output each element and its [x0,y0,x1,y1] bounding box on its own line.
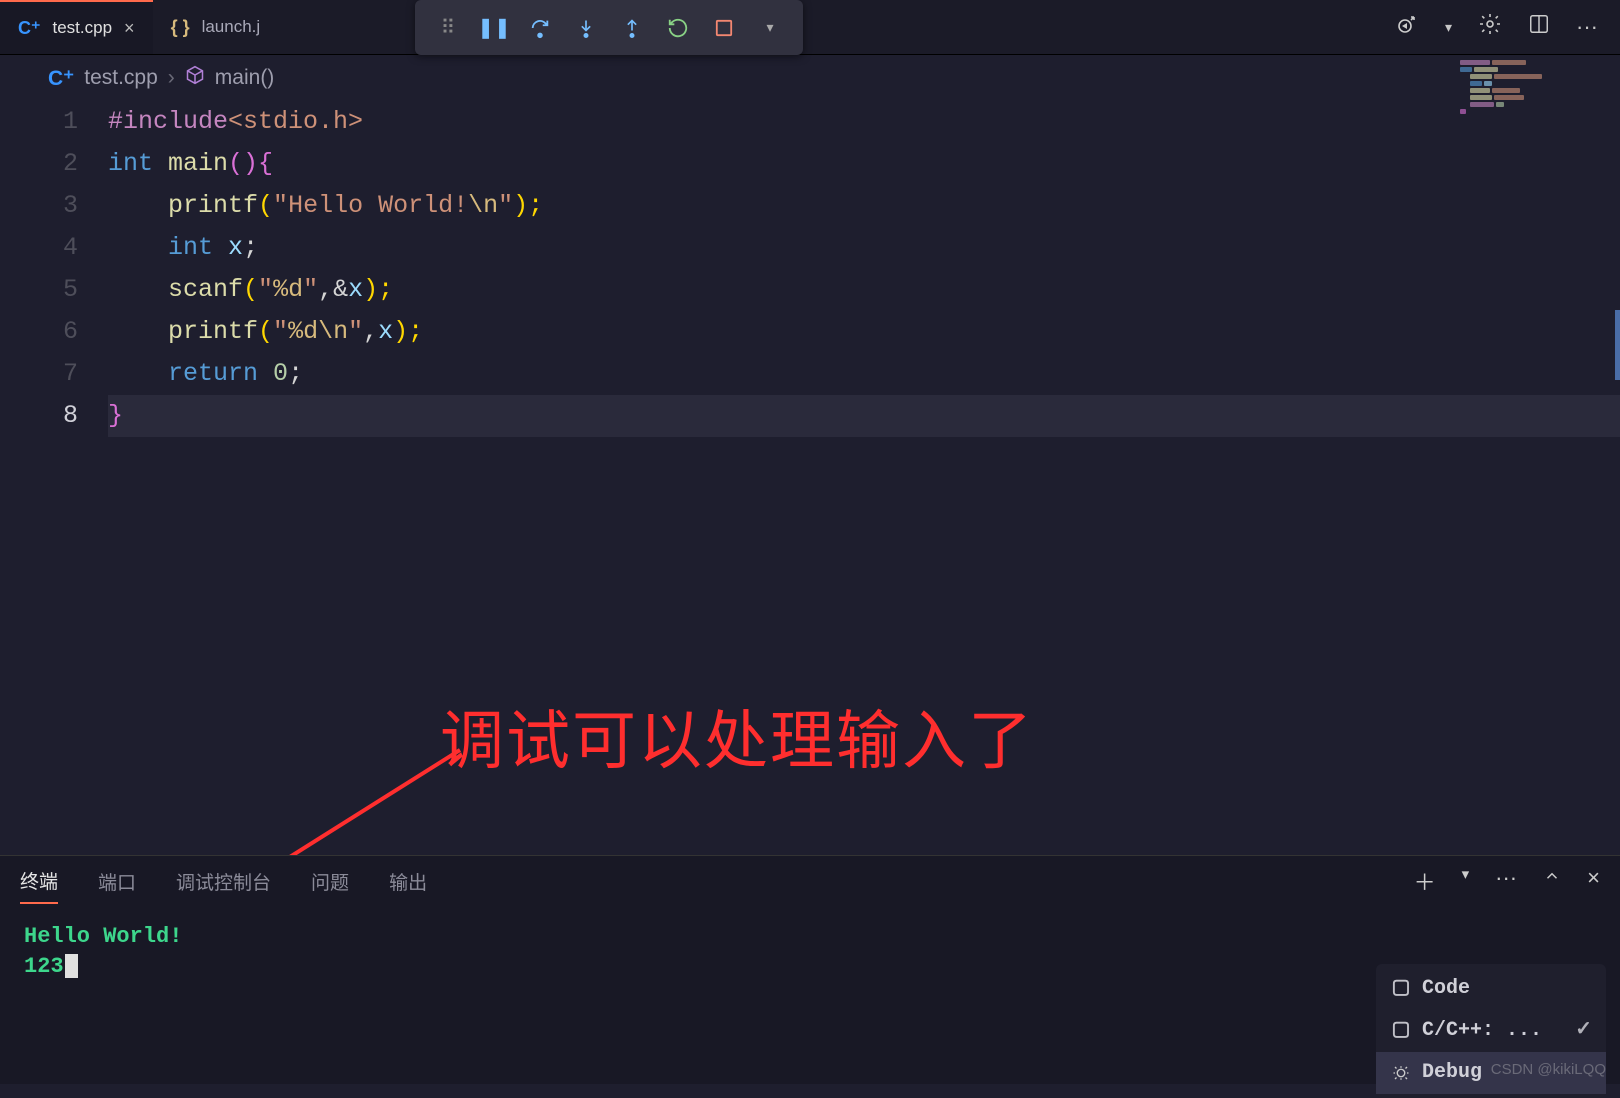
minimap[interactable] [1460,60,1610,200]
code-line: printf("Hello World!\n"); [108,185,1620,227]
tab-test-cpp[interactable]: C⁺ test.cpp × [0,0,153,54]
code-line: } [108,395,1620,437]
restart-button[interactable] [659,9,697,47]
tab-bar: C⁺ test.cpp × { } launch.j ⠿ ❚❚ ▾ ▾ [0,0,1620,55]
symbol-cube-icon [185,65,205,91]
close-icon[interactable]: × [124,18,135,39]
line-number: 1 [26,101,108,143]
pause-button[interactable]: ❚❚ [475,9,513,47]
more-icon[interactable]: ··· [1576,14,1598,40]
stop-button[interactable] [705,9,743,47]
line-number: 7 [26,353,108,395]
chevron-down-icon[interactable]: ▾ [1445,19,1452,36]
line-number: 2 [26,143,108,185]
terminal-line: 123 [24,952,1596,982]
more-icon[interactable]: ··· [1495,865,1517,897]
annotation-text: 调试可以处理输入了 [440,690,1034,782]
debug-toolbar: ⠿ ❚❚ ▾ [415,0,803,55]
bug-icon [1390,1064,1412,1082]
terminal-box-icon: ▢ [1390,1016,1412,1046]
panel-tab-problems[interactable]: 问题 [311,860,349,903]
chevron-down-icon[interactable]: ▾ [751,9,789,47]
maximize-panel-icon[interactable] [1543,865,1561,897]
line-number: 6 [26,311,108,353]
tab-label: launch.j [202,17,261,37]
breadcrumb[interactable]: C⁺ test.cpp › main() [0,55,1620,101]
code-line: return 0; [108,353,1620,395]
chevron-down-icon[interactable]: ▾ [1462,865,1470,897]
code-editor[interactable]: 1 #include<stdio.h> 2 int main(){ 3 prin… [0,101,1620,437]
tabbar-actions: ▾ ··· [1395,0,1620,54]
terminal-list-item[interactable]: ▢ C/C++: ... ✓ [1376,1010,1606,1052]
panel-tab-terminal[interactable]: 终端 [20,859,58,904]
close-panel-icon[interactable]: × [1587,865,1600,897]
code-line: int main(){ [108,143,1620,185]
run-debug-icon[interactable] [1395,12,1419,42]
terminal-line: Hello World! [24,922,1596,952]
breadcrumb-symbol: main() [215,66,275,90]
terminal-cursor [65,954,78,978]
step-out-button[interactable] [613,9,651,47]
line-number: 4 [26,227,108,269]
check-icon: ✓ [1575,1016,1592,1046]
code-line: int x; [108,227,1620,269]
settings-gear-icon[interactable] [1478,12,1502,42]
code-line: #include<stdio.h> [108,101,1620,143]
line-number: 3 [26,185,108,227]
chevron-right-icon: › [168,66,175,90]
panel-tab-ports[interactable]: 端口 [98,860,136,903]
step-into-button[interactable] [567,9,605,47]
cpp-icon: C⁺ [18,18,41,39]
panel-tabs: 终端 端口 调试控制台 问题 输出 ＋ ▾ ··· × [0,856,1620,906]
terminal-list-item[interactable]: ▢ Code [1376,968,1606,1010]
terminal-box-icon: ▢ [1390,974,1412,1004]
split-editor-icon[interactable] [1528,13,1550,41]
code-line: printf("%d\n",x); [108,311,1620,353]
tab-launch-json[interactable]: { } launch.j [153,0,279,54]
tab-label: test.cpp [53,18,113,38]
panel-tab-debug-console[interactable]: 调试控制台 [176,860,271,903]
cpp-icon: C⁺ [48,66,74,91]
step-over-button[interactable] [521,9,559,47]
line-number: 5 [26,269,108,311]
drag-handle-icon[interactable]: ⠿ [429,9,467,47]
json-icon: { } [171,17,190,38]
bottom-panel: 终端 端口 调试控制台 问题 输出 ＋ ▾ ··· × Hello World!… [0,855,1620,1084]
panel-actions: ＋ ▾ ··· × [1414,865,1600,897]
panel-tab-output[interactable]: 输出 [389,860,427,903]
breadcrumb-file: test.cpp [84,66,158,90]
code-line: scanf("%d",&x); [108,269,1620,311]
line-number: 8 [26,395,108,437]
new-terminal-icon[interactable]: ＋ [1414,865,1436,897]
watermark-text: CSDN @kikiLQQ [1491,1061,1606,1078]
scrollbar-indicator[interactable] [1615,310,1620,380]
terminal-output[interactable]: Hello World! 123 ▢ Code ▢ C/C++: ... ✓ D… [0,906,1620,1084]
